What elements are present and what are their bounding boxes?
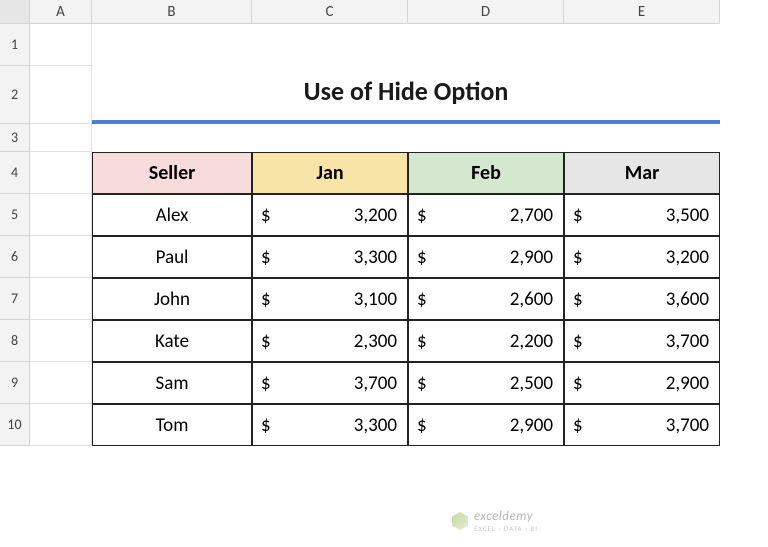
currency-symbol: $ bbox=[261, 372, 277, 395]
cell-value: 3,700 bbox=[589, 330, 709, 353]
value-cell[interactable]: $2,900 bbox=[564, 362, 720, 404]
value-cell[interactable]: $3,500 bbox=[564, 194, 720, 236]
value-cell[interactable]: $2,500 bbox=[408, 362, 564, 404]
seller-cell[interactable]: Alex bbox=[92, 194, 252, 236]
value-cell[interactable]: $2,300 bbox=[252, 320, 408, 362]
row-header-7[interactable]: 7 bbox=[0, 278, 30, 320]
row-header-10[interactable]: 10 bbox=[0, 404, 30, 446]
seller-cell[interactable]: Kate bbox=[92, 320, 252, 362]
table-header-seller[interactable]: Seller bbox=[92, 152, 252, 194]
select-all-corner[interactable] bbox=[0, 0, 30, 24]
value-cell[interactable]: $2,700 bbox=[408, 194, 564, 236]
seller-cell[interactable]: Tom bbox=[92, 404, 252, 446]
currency-symbol: $ bbox=[573, 372, 589, 395]
row-header-2[interactable]: 2 bbox=[0, 66, 30, 124]
currency-symbol: $ bbox=[573, 246, 589, 269]
table-header-feb[interactable]: Feb bbox=[408, 152, 564, 194]
currency-symbol: $ bbox=[573, 288, 589, 311]
spreadsheet-grid: A B C D E 1 2 3 4 5 6 7 8 9 10 Use of Hi… bbox=[0, 0, 768, 446]
cell-value: 2,500 bbox=[433, 372, 553, 395]
currency-symbol: $ bbox=[417, 288, 433, 311]
cell-value: 3,500 bbox=[589, 204, 709, 227]
cell-value: 3,700 bbox=[277, 372, 397, 395]
cell-value: 3,300 bbox=[277, 414, 397, 437]
cell[interactable] bbox=[30, 278, 92, 320]
cell[interactable] bbox=[30, 66, 92, 124]
exceldemy-logo-icon bbox=[452, 512, 468, 530]
cell-value: 3,300 bbox=[277, 246, 397, 269]
value-cell[interactable]: $3,600 bbox=[564, 278, 720, 320]
cell-value: 2,900 bbox=[589, 372, 709, 395]
cell[interactable] bbox=[30, 320, 92, 362]
currency-symbol: $ bbox=[417, 372, 433, 395]
currency-symbol: $ bbox=[573, 414, 589, 437]
watermark: exceldemy EXCEL · DATA · BI bbox=[452, 509, 538, 533]
col-header-e[interactable]: E bbox=[564, 0, 720, 24]
seller-cell[interactable]: John bbox=[92, 278, 252, 320]
value-cell[interactable]: $2,200 bbox=[408, 320, 564, 362]
table-header-jan[interactable]: Jan bbox=[252, 152, 408, 194]
col-header-a[interactable]: A bbox=[30, 0, 92, 24]
cell-value: 3,200 bbox=[589, 246, 709, 269]
row-header-3[interactable]: 3 bbox=[0, 124, 30, 152]
watermark-subtitle: EXCEL · DATA · BI bbox=[474, 524, 538, 533]
cell-value: 3,700 bbox=[589, 414, 709, 437]
cell-value: 2,900 bbox=[433, 414, 553, 437]
seller-cell[interactable]: Sam bbox=[92, 362, 252, 404]
row-header-8[interactable]: 8 bbox=[0, 320, 30, 362]
row-header-6[interactable]: 6 bbox=[0, 236, 30, 278]
col-header-c[interactable]: C bbox=[252, 0, 408, 24]
currency-symbol: $ bbox=[261, 414, 277, 437]
cell[interactable] bbox=[30, 24, 92, 66]
row-header-1[interactable]: 1 bbox=[0, 24, 30, 66]
cell-value: 2,900 bbox=[433, 246, 553, 269]
value-cell[interactable]: $3,200 bbox=[252, 194, 408, 236]
currency-symbol: $ bbox=[417, 204, 433, 227]
value-cell[interactable]: $2,900 bbox=[408, 404, 564, 446]
currency-symbol: $ bbox=[417, 246, 433, 269]
cell[interactable] bbox=[30, 194, 92, 236]
seller-cell[interactable]: Paul bbox=[92, 236, 252, 278]
row-header-5[interactable]: 5 bbox=[0, 194, 30, 236]
row-header-9[interactable]: 9 bbox=[0, 362, 30, 404]
currency-symbol: $ bbox=[261, 246, 277, 269]
watermark-name: exceldemy bbox=[474, 509, 533, 524]
currency-symbol: $ bbox=[261, 204, 277, 227]
currency-symbol: $ bbox=[573, 204, 589, 227]
cell-value: 3,600 bbox=[589, 288, 709, 311]
cell-value: 2,200 bbox=[433, 330, 553, 353]
cell-value: 2,700 bbox=[433, 204, 553, 227]
currency-symbol: $ bbox=[261, 330, 277, 353]
row-header-4[interactable]: 4 bbox=[0, 152, 30, 194]
cell-value: 2,300 bbox=[277, 330, 397, 353]
currency-symbol: $ bbox=[261, 288, 277, 311]
value-cell[interactable]: $3,300 bbox=[252, 404, 408, 446]
cell[interactable] bbox=[30, 124, 92, 152]
cell[interactable] bbox=[30, 236, 92, 278]
value-cell[interactable]: $2,600 bbox=[408, 278, 564, 320]
col-header-d[interactable]: D bbox=[408, 0, 564, 24]
col-header-b[interactable]: B bbox=[92, 0, 252, 24]
cell[interactable] bbox=[30, 362, 92, 404]
cell[interactable] bbox=[30, 404, 92, 446]
value-cell[interactable]: $2,900 bbox=[408, 236, 564, 278]
currency-symbol: $ bbox=[417, 414, 433, 437]
table-header-mar[interactable]: Mar bbox=[564, 152, 720, 194]
value-cell[interactable]: $3,100 bbox=[252, 278, 408, 320]
value-cell[interactable]: $3,700 bbox=[252, 362, 408, 404]
cell-value: 3,100 bbox=[277, 288, 397, 311]
currency-symbol: $ bbox=[417, 330, 433, 353]
cell-value: 2,600 bbox=[433, 288, 553, 311]
page-title[interactable]: Use of Hide Option bbox=[92, 66, 720, 124]
value-cell[interactable]: $3,200 bbox=[564, 236, 720, 278]
cell-value: 3,200 bbox=[277, 204, 397, 227]
value-cell[interactable]: $3,300 bbox=[252, 236, 408, 278]
cell[interactable] bbox=[30, 152, 92, 194]
value-cell[interactable]: $3,700 bbox=[564, 320, 720, 362]
currency-symbol: $ bbox=[573, 330, 589, 353]
value-cell[interactable]: $3,700 bbox=[564, 404, 720, 446]
